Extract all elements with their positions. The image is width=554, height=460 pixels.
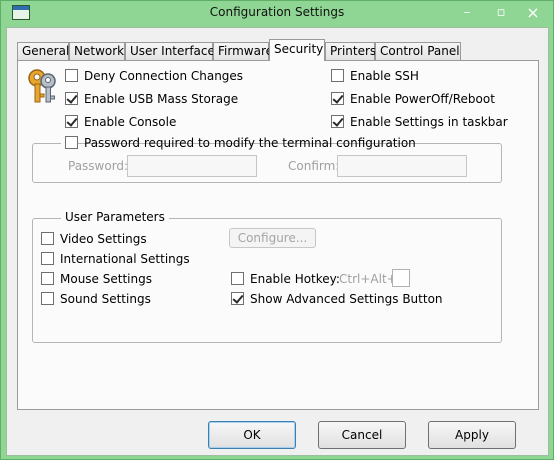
show-advanced-settings-checkbox[interactable] xyxy=(231,292,244,305)
enable-console-checkbox[interactable] xyxy=(65,115,78,128)
tab-control-panel[interactable]: Control Panel xyxy=(375,42,461,60)
password-field[interactable] xyxy=(127,155,257,177)
close-button[interactable]: × xyxy=(522,4,544,22)
user-parameters-title: User Parameters xyxy=(61,210,169,224)
mouse-settings-checkbox[interactable] xyxy=(41,272,54,285)
dialog-body: General Network User Interface Firmware … xyxy=(6,27,549,456)
configure-button[interactable]: Configure... xyxy=(229,228,316,248)
minimize-button[interactable]: – xyxy=(456,4,478,22)
password-label: Password: xyxy=(68,159,129,173)
enable-hotkey-label: Enable Hotkey: xyxy=(250,272,340,286)
enable-ssh-checkbox[interactable] xyxy=(331,69,344,82)
tab-network[interactable]: Network xyxy=(69,42,125,60)
sound-settings-label: Sound Settings xyxy=(60,292,151,306)
deny-connection-changes-label: Deny Connection Changes xyxy=(84,69,244,83)
password-required-option[interactable]: Password required to modify the terminal… xyxy=(61,135,416,151)
enable-settings-taskbar-label: Enable Settings in taskbar xyxy=(350,115,508,129)
hotkey-prefix: Ctrl+Alt+ xyxy=(339,272,397,286)
enable-console-label: Enable Console xyxy=(84,115,177,129)
international-settings-label: International Settings xyxy=(60,252,190,266)
enable-poweroff-reboot-checkbox[interactable] xyxy=(331,92,344,105)
video-settings-checkbox[interactable] xyxy=(41,232,54,245)
tab-general[interactable]: General xyxy=(17,42,69,60)
enable-poweroff-reboot-label: Enable PowerOff/Reboot xyxy=(350,92,495,106)
confirm-label: Confirm: xyxy=(288,159,340,173)
maximize-button[interactable]: ▫ xyxy=(490,4,512,22)
cancel-button[interactable]: Cancel xyxy=(318,421,406,449)
keys-icon xyxy=(28,69,56,103)
tab-firmware[interactable]: Firmware xyxy=(213,42,273,60)
tab-security[interactable]: Security xyxy=(269,39,325,61)
security-panel: Deny Connection Changes Enable USB Mass … xyxy=(17,60,539,410)
show-advanced-settings-label: Show Advanced Settings Button xyxy=(250,292,443,306)
password-required-label: Password required to modify the terminal… xyxy=(84,136,416,150)
apply-button[interactable]: Apply xyxy=(428,421,516,449)
title-bar[interactable]: Configuration Settings – ▫ × xyxy=(1,1,553,27)
international-settings-checkbox[interactable] xyxy=(41,252,54,265)
password-required-checkbox[interactable] xyxy=(65,136,78,149)
configuration-settings-window: Configuration Settings – ▫ × General Net… xyxy=(0,0,554,460)
confirm-field[interactable] xyxy=(337,155,467,177)
tab-printers[interactable]: Printers xyxy=(325,42,376,60)
tab-user-interface[interactable]: User Interface xyxy=(125,42,215,60)
enable-ssh-label: Enable SSH xyxy=(350,69,419,83)
sound-settings-checkbox[interactable] xyxy=(41,292,54,305)
deny-connection-changes-checkbox[interactable] xyxy=(65,69,78,82)
mouse-settings-label: Mouse Settings xyxy=(60,272,152,286)
enable-usb-mass-storage-checkbox[interactable] xyxy=(65,92,78,105)
hotkey-key-field[interactable] xyxy=(392,269,410,287)
enable-usb-mass-storage-label: Enable USB Mass Storage xyxy=(84,92,239,106)
enable-hotkey-checkbox[interactable] xyxy=(231,272,244,285)
video-settings-label: Video Settings xyxy=(60,232,147,246)
enable-settings-taskbar-checkbox[interactable] xyxy=(331,115,344,128)
ok-button[interactable]: OK xyxy=(208,421,296,449)
